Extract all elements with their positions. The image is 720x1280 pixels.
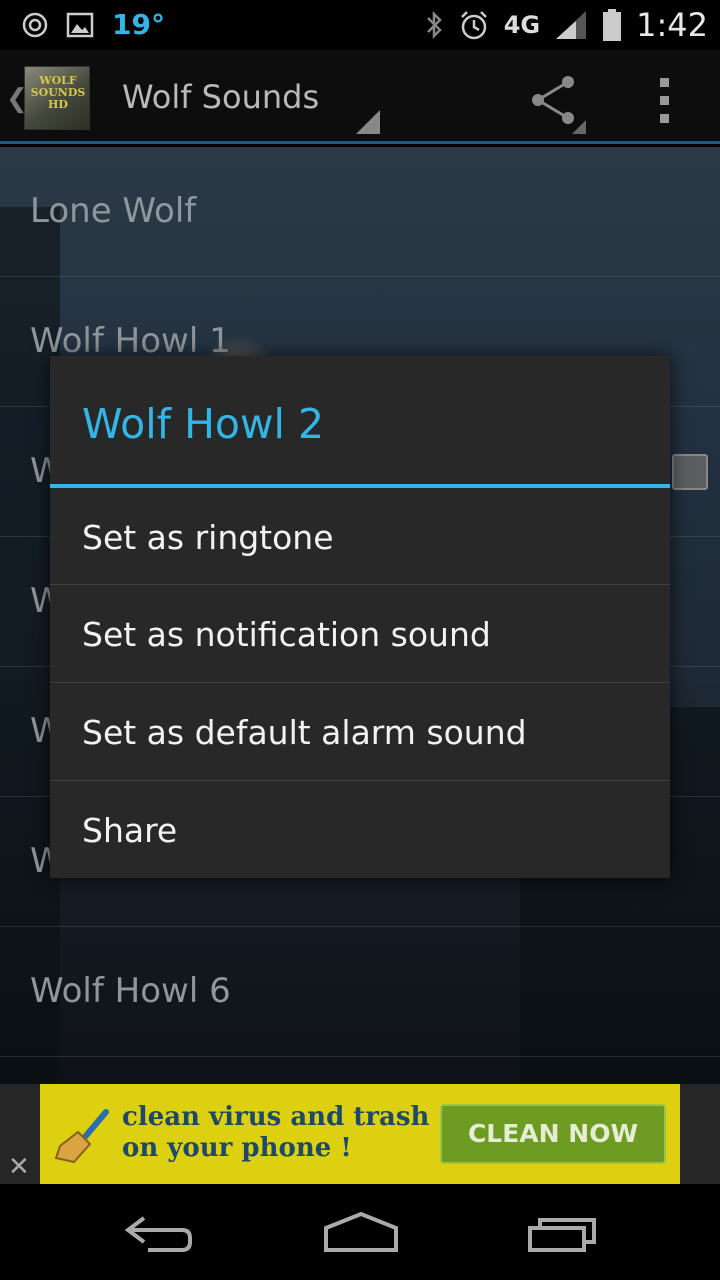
ad-banner-container: ✕ clean virus and trash on your phone ! … [0, 1084, 720, 1184]
list-item-label: Lone Wolf [30, 191, 197, 231]
ad-text: clean virus and trash on your phone ! [122, 1102, 429, 1164]
context-dialog: Wolf Howl 2 Set as ringtone Set as notif… [50, 356, 670, 878]
share-icon[interactable] [524, 72, 588, 136]
option-label: Set as default alarm sound [82, 713, 527, 752]
back-icon[interactable] [116, 1208, 206, 1258]
overflow-menu-icon[interactable] [650, 76, 680, 126]
battery-icon [603, 9, 622, 41]
spinner-indicator-icon [356, 110, 380, 134]
option-set-ringtone[interactable]: Set as ringtone [50, 488, 670, 586]
ad-clean-now-button[interactable]: CLEAN NOW [440, 1104, 666, 1164]
dialog-title: Wolf Howl 2 [82, 400, 325, 448]
list-item-label: Wolf Howl 1 [30, 321, 231, 361]
option-set-alarm[interactable]: Set as default alarm sound [50, 682, 670, 780]
app-title-spinner[interactable]: Wolf Sounds [122, 78, 319, 116]
sync-icon [22, 12, 48, 37]
ad-line1: clean virus and trash [122, 1102, 430, 1132]
action-bar: ❮ WOLF SOUNDS HD Wolf Sounds [0, 50, 720, 144]
option-set-notification[interactable]: Set as notification sound [50, 584, 670, 682]
app-logo[interactable]: WOLF SOUNDS HD [24, 66, 90, 130]
app-logo-text: WOLF SOUNDS HD [30, 74, 86, 111]
list-item[interactable]: Lone Wolf [0, 147, 720, 277]
option-label: Set as notification sound [82, 615, 491, 654]
ad-banner[interactable]: clean virus and trash on your phone ! CL… [40, 1084, 680, 1184]
list-item[interactable]: Wolf Howl 6 [0, 927, 720, 1057]
network-type: 4G [503, 11, 541, 39]
navigation-bar [0, 1184, 720, 1280]
option-share[interactable]: Share [50, 780, 670, 878]
option-label: Share [82, 811, 178, 850]
ad-line2: on your phone ! [122, 1133, 352, 1163]
option-label: Set as ringtone [82, 518, 334, 557]
status-bar: 19° 4G 1:42 [0, 0, 720, 50]
alarm-icon [460, 11, 487, 40]
ad-close-icon[interactable]: ✕ [8, 1152, 30, 1182]
temperature: 19° [112, 8, 165, 41]
recent-apps-icon[interactable] [518, 1208, 608, 1258]
checkbox[interactable] [672, 454, 708, 490]
home-icon[interactable] [316, 1208, 406, 1258]
clock: 1:42 [636, 6, 708, 44]
list-item-label: Wolf Howl 6 [30, 971, 231, 1011]
image-icon [66, 12, 94, 37]
bluetooth-icon [426, 10, 442, 40]
broom-icon [54, 1109, 109, 1164]
signal-icon [556, 11, 587, 39]
